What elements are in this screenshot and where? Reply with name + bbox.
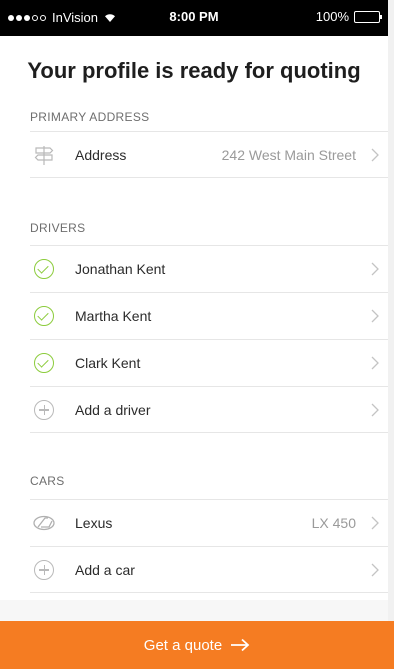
checkmark-circle-icon (33, 305, 55, 327)
section-header-drivers: DRIVERS (30, 221, 86, 235)
signpost-icon (33, 144, 55, 166)
get-quote-label: Get a quote (143, 636, 223, 654)
driver-row-clark-kent[interactable]: Clark Kent (30, 339, 388, 386)
driver-name: Clark Kent (75, 355, 141, 371)
chevron-right-icon (371, 403, 379, 417)
status-right: 100% (315, 9, 382, 24)
driver-row-jonathan-kent[interactable]: Jonathan Kent (30, 245, 388, 292)
add-driver-label: Add a driver (75, 401, 151, 418)
add-car-row[interactable]: Add a car (30, 546, 388, 593)
checkmark-circle-icon (33, 352, 55, 374)
section-header-cars: CARS (30, 474, 65, 488)
add-car-label: Add a car (75, 561, 135, 578)
plus-circle-icon (33, 399, 55, 421)
battery-icon (354, 10, 382, 23)
phone-screen: InVision 8:00 PM 100% Your profile is re… (0, 0, 394, 669)
chevron-right-icon (371, 309, 379, 323)
address-value: 242 West Main Street (221, 146, 356, 163)
driver-name: Jonathan Kent (75, 261, 166, 277)
section-header-primary-address: PRIMARY ADDRESS (30, 110, 150, 124)
add-driver-row[interactable]: Add a driver (30, 386, 388, 433)
address-label: Address (75, 146, 127, 163)
car-make: Lexus (75, 515, 113, 531)
checkmark-circle-icon (33, 258, 55, 280)
car-model: LX 450 (311, 515, 356, 531)
driver-name: Martha Kent (75, 308, 152, 324)
lexus-logo-icon (33, 512, 55, 534)
chevron-right-icon (371, 356, 379, 370)
address-row[interactable]: Address 242 West Main Street (30, 131, 388, 178)
arrow-right-icon (231, 638, 250, 652)
chevron-right-icon (371, 516, 379, 530)
chevron-right-icon (371, 148, 379, 162)
footer-spacer (0, 600, 388, 621)
chevron-right-icon (371, 262, 379, 276)
chevron-right-icon (371, 563, 379, 577)
get-quote-button[interactable]: Get a quote (0, 621, 394, 669)
car-row-lexus[interactable]: Lexus LX 450 (30, 499, 388, 546)
status-bar: InVision 8:00 PM 100% (0, 0, 388, 36)
plus-circle-icon (33, 559, 55, 581)
battery-percent: 100% (315, 9, 349, 24)
driver-row-martha-kent[interactable]: Martha Kent (30, 292, 388, 339)
page-title: Your profile is ready for quoting (27, 58, 361, 83)
